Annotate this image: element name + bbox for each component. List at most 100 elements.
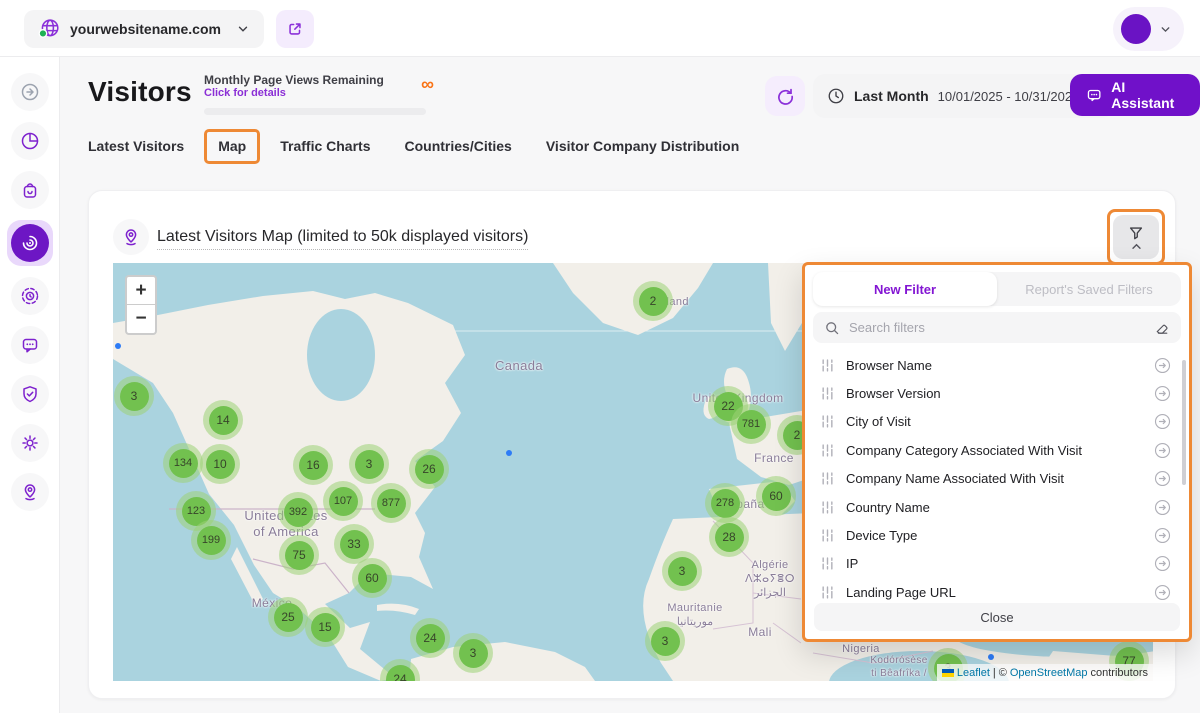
date-preset-label: Last Month [854,88,929,104]
attribution-copyright: © [999,667,1007,679]
sidebar-item-feedback[interactable] [11,326,49,364]
visitor-cluster-marker[interactable]: 107 [323,481,363,521]
filter-item-row[interactable]: Company Category Associated With Visit [805,436,1189,464]
visitor-cluster-marker[interactable]: 26 [409,449,449,489]
cluster-count: 25 [274,603,303,632]
visitor-cluster-marker[interactable]: 14 [203,400,243,440]
website-selector[interactable]: yourwebsitename.com [24,10,264,48]
filter-close-button[interactable]: Close [814,603,1180,631]
arrow-right-circle-icon[interactable] [1154,499,1171,516]
filter-item-row[interactable]: Browser Name [805,351,1189,379]
cluster-count: 75 [285,541,314,570]
visitor-cluster-marker[interactable]: 75 [279,535,319,575]
zoom-in-button[interactable]: + [127,277,155,305]
visitor-cluster-marker[interactable]: 25 [268,597,308,637]
website-globe-icon [38,18,60,40]
visitor-cluster-marker[interactable]: 16 [293,445,333,485]
visitor-dot-marker[interactable] [988,654,994,660]
visitor-cluster-marker[interactable]: 3 [453,633,493,673]
map-zoom-control: + − [125,275,157,335]
filter-toggle-button[interactable] [1113,215,1159,259]
filter-item-label: Country Name [846,500,1142,515]
arrow-right-circle-icon[interactable] [1154,357,1171,374]
tab-traffic-charts[interactable]: Traffic Charts [280,138,370,162]
visitor-cluster-marker[interactable]: 781 [731,404,771,444]
attribution-suffix: contributors [1091,667,1148,679]
visitor-cluster-marker[interactable]: 3 [662,551,702,591]
visitor-dot-marker[interactable] [506,450,512,456]
tab-saved-filters[interactable]: Report's Saved Filters [997,272,1181,306]
arrow-right-circle-icon[interactable] [1154,555,1171,572]
visitor-cluster-marker[interactable]: 15 [305,607,345,647]
sidebar-collapse-icon[interactable] [11,73,49,111]
arrow-right-circle-icon[interactable] [1154,385,1171,402]
visitor-cluster-marker[interactable]: 392 [278,492,318,532]
sidebar-nav [0,57,60,713]
filter-item-row[interactable]: Country Name [805,493,1189,521]
search-icon [824,320,840,336]
cluster-count: 10 [206,450,235,479]
sidebar-item-visitors-active[interactable] [7,220,53,266]
visitor-cluster-marker[interactable]: 3 [114,376,154,416]
user-menu[interactable] [1113,7,1184,51]
visitor-cluster-marker[interactable]: 877 [371,483,411,523]
arrow-right-circle-icon[interactable] [1154,527,1171,544]
sidebar-item-visitor-map[interactable] [11,473,49,511]
tab-latest-visitors[interactable]: Latest Visitors [88,138,184,162]
filter-search-input[interactable] [849,320,1145,335]
visitor-cluster-marker[interactable]: 28 [709,517,749,557]
cluster-count: 15 [311,613,340,642]
sidebar-item-settings[interactable] [11,424,49,462]
sidebar-item-sessions[interactable] [11,277,49,315]
tab-label: Traffic Charts [280,138,370,154]
sliders-icon [821,387,834,400]
ai-assistant-button[interactable]: AI Assistant [1070,74,1200,116]
filter-item-row[interactable]: Company Name Associated With Visit [805,465,1189,493]
visitor-cluster-marker[interactable]: 134 [163,443,203,483]
tab-map[interactable]: Map [218,138,246,164]
cluster-count: 26 [415,455,444,484]
visitor-cluster-marker[interactable]: 24 [410,618,450,658]
osm-link[interactable]: OpenStreetMap [1010,667,1088,679]
filter-item-label: IP [846,556,1142,571]
sliders-icon [821,415,834,428]
filter-panel-scrollbar[interactable] [1182,360,1186,485]
eraser-icon[interactable] [1154,320,1170,336]
sidebar-item-privacy[interactable] [11,375,49,413]
filter-item-row[interactable]: City of Visit [805,408,1189,436]
visitor-cluster-marker[interactable]: 2 [633,281,673,321]
filter-items-list: Browser Name Browser Version City of Vis… [805,351,1189,607]
tab-countries-cities[interactable]: Countries/Cities [404,138,511,162]
filter-item-row[interactable]: IP [805,550,1189,578]
map-card-title: Latest Visitors Map (limited to 50k disp… [157,228,528,250]
visitor-cluster-marker[interactable]: 60 [756,476,796,516]
filter-item-row[interactable]: Device Type [805,521,1189,549]
visitor-cluster-marker[interactable]: 199 [191,520,231,560]
sidebar-item-dashboard[interactable] [11,122,49,160]
arrow-right-circle-icon[interactable] [1154,442,1171,459]
website-name: yourwebsitename.com [70,21,226,37]
arrow-right-circle-icon[interactable] [1154,413,1171,430]
refresh-button[interactable] [765,76,805,116]
visitor-cluster-marker[interactable]: 60 [352,558,392,598]
pageviews-details-link[interactable]: Click for details [204,87,432,99]
sliders-icon [821,529,834,542]
visitor-cluster-marker[interactable]: 3 [645,621,685,661]
visitor-cluster-marker[interactable]: 10 [200,444,240,484]
tab-new-filter[interactable]: New Filter [813,272,997,306]
zoom-out-button[interactable]: − [127,305,155,333]
sidebar-item-ecommerce[interactable] [11,171,49,209]
external-link-icon [286,20,304,38]
leaflet-link[interactable]: Leaflet [957,667,990,679]
ukraine-flag-icon [942,669,954,677]
tab-visitor-company-distribution[interactable]: Visitor Company Distribution [546,138,739,162]
filter-item-row[interactable]: Browser Version [805,379,1189,407]
open-website-button[interactable] [276,10,314,48]
visitor-cluster-marker[interactable]: 3 [349,444,389,484]
arrow-right-circle-icon[interactable] [1154,470,1171,487]
visitor-dot-marker[interactable] [115,343,121,349]
arrow-right-circle-icon[interactable] [1154,584,1171,601]
session-recording-icon [20,286,40,306]
map-country-label: Canada [495,358,543,374]
pageviews-quota: Monthly Page Views Remaining Click for d… [204,73,432,115]
